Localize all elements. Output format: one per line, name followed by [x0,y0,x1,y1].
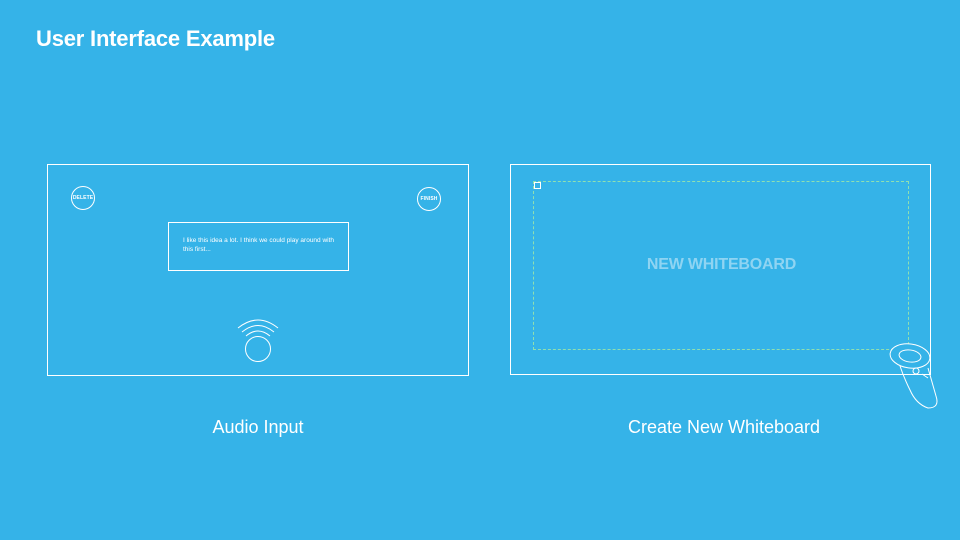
delete-button[interactable]: DELETE [71,186,95,210]
finish-button[interactable]: FINISH [417,187,441,211]
new-whiteboard-label: NEW WHITEBOARD [646,256,797,273]
wireless-mic-icon[interactable] [233,315,283,363]
page-title: User Interface Example [36,26,275,51]
audio-input-caption: Audio Input [212,417,304,437]
slide: User Interface Example DELETE FINISH I l… [0,0,960,540]
whiteboard-caption: Create New Whiteboard [627,417,821,437]
vr-controller-icon [889,343,938,409]
resize-handle[interactable] [534,182,541,189]
audio-input-panel: DELETE FINISH I like this idea a lot. I … [47,164,469,376]
transcript-text: I like this idea a lot. I think we could… [168,222,349,271]
whiteboard-panel: NEW WHITEBOARD [510,164,931,375]
